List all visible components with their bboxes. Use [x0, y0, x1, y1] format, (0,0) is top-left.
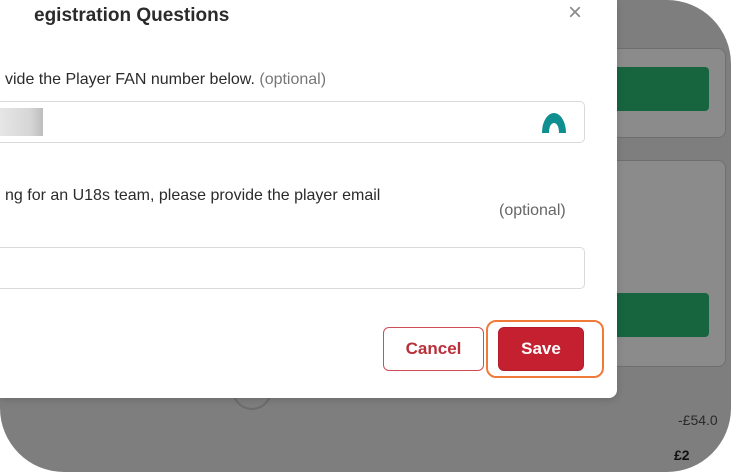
registration-questions-modal: egistration Questions × vide the Player … — [0, 0, 617, 398]
question-fan-optional: (optional) — [259, 71, 327, 88]
password-manager-icon[interactable] — [540, 111, 568, 135]
close-button[interactable]: × — [562, 0, 588, 26]
player-email-input-box[interactable] — [0, 247, 585, 289]
question-fan-label: vide the Player FAN number below. (optio… — [5, 71, 326, 89]
background-green-button-bottom — [612, 293, 709, 337]
close-icon: × — [567, 0, 582, 26]
background-green-button-top — [612, 67, 709, 111]
question-fan-text: vide the Player FAN number below. — [5, 71, 255, 88]
background-discount-price: -£54.0 — [678, 412, 718, 428]
fan-number-masked-value — [0, 108, 43, 136]
player-email-input[interactable] — [0, 248, 584, 288]
background-total-price: £2 — [674, 447, 690, 463]
question-email-label: ng for an U18s team, please provide the … — [5, 187, 381, 204]
modal-title: egistration Questions — [34, 5, 230, 26]
fan-number-input-box[interactable] — [0, 101, 585, 143]
cancel-button[interactable]: Cancel — [383, 327, 484, 371]
question-email-optional: (optional) — [499, 202, 566, 219]
save-button[interactable]: Save — [498, 327, 584, 371]
